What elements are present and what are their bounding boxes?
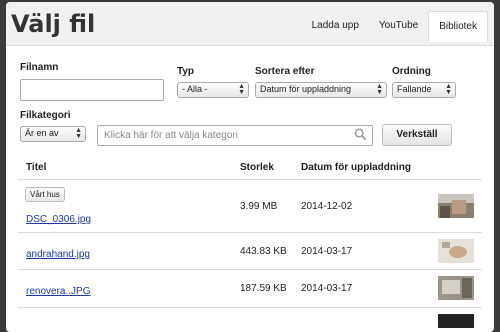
file-thumbnail[interactable]	[438, 314, 474, 328]
column-header-date[interactable]: Datum för uppladdning	[301, 162, 411, 173]
sort-label: Sortera efter	[255, 66, 315, 77]
select-arrows-icon: ▲ ▼	[445, 83, 452, 96]
tab-youtube[interactable]: YouTube	[369, 11, 428, 42]
file-thumbnail[interactable]	[438, 276, 474, 300]
order-label: Ordning	[392, 66, 431, 77]
select-arrows-icon: ▲ ▼	[238, 83, 245, 96]
type-select-value: - Alla -	[182, 84, 208, 94]
file-link[interactable]: andrahand.jpg	[26, 249, 90, 260]
table-row[interactable]	[18, 307, 482, 328]
order-select[interactable]: Fallande ▲ ▼	[392, 82, 456, 98]
search-icon	[354, 128, 367, 144]
category-search-placeholder: Klicka här för att välja kategori	[104, 130, 238, 141]
category-mode-value: Är en av	[25, 128, 59, 138]
category-label: Filkategori	[20, 110, 71, 121]
file-size: 187.59 KB	[240, 283, 287, 294]
sort-select-value: Datum för uppladdning	[260, 84, 352, 94]
file-thumbnail[interactable]	[438, 239, 474, 263]
file-link[interactable]: DSC_0306.jpg	[26, 214, 91, 225]
category-search-input[interactable]: Klicka här för att välja kategori	[97, 125, 373, 146]
file-size: 3.99 MB	[240, 201, 278, 212]
type-select[interactable]: - Alla - ▲ ▼	[177, 82, 249, 98]
category-mode-select[interactable]: Är en av ▲ ▼	[20, 126, 86, 142]
type-label: Typ	[177, 66, 195, 77]
filename-input[interactable]	[20, 79, 164, 101]
upload-date: 2014-12-02	[301, 201, 353, 212]
select-arrows-icon: ▲ ▼	[376, 83, 383, 96]
select-arrows-icon: ▲ ▼	[75, 127, 82, 140]
table-row[interactable]: andrahand.jpg 443.83 KB 2014-03-17	[18, 232, 482, 269]
sort-select[interactable]: Datum för uppladdning ▲ ▼	[255, 82, 387, 98]
tab-upload[interactable]: Ladda upp	[302, 11, 369, 42]
dialog-title: Välj fil	[11, 10, 96, 38]
upload-date: 2014-03-17	[301, 246, 353, 257]
file-picker-dialog: Välj fil Ladda upp YouTube Bibliotek Fil…	[6, 2, 494, 332]
table-row[interactable]: Vårt hus DSC_0306.jpg 3.99 MB 2014-12-02	[18, 179, 482, 232]
file-link[interactable]: renovera..JPG	[26, 286, 90, 297]
dialog-header: Välj fil Ladda upp YouTube Bibliotek	[6, 2, 494, 46]
apply-button[interactable]: Verkställ	[382, 124, 452, 146]
upload-date: 2014-03-17	[301, 283, 353, 294]
column-header-title[interactable]: Titel	[26, 162, 46, 173]
filename-label: Filnamn	[20, 62, 59, 73]
file-thumbnail[interactable]	[438, 194, 474, 218]
tab-bar: Ladda upp YouTube Bibliotek	[302, 11, 488, 42]
file-size: 443.83 KB	[240, 246, 287, 257]
column-header-size[interactable]: Storlek	[240, 162, 274, 173]
tab-library[interactable]: Bibliotek	[428, 11, 488, 42]
table-row[interactable]: renovera..JPG 187.59 KB 2014-03-17	[18, 269, 482, 307]
order-select-value: Fallande	[397, 84, 432, 94]
tag-badge[interactable]: Vårt hus	[25, 187, 65, 202]
